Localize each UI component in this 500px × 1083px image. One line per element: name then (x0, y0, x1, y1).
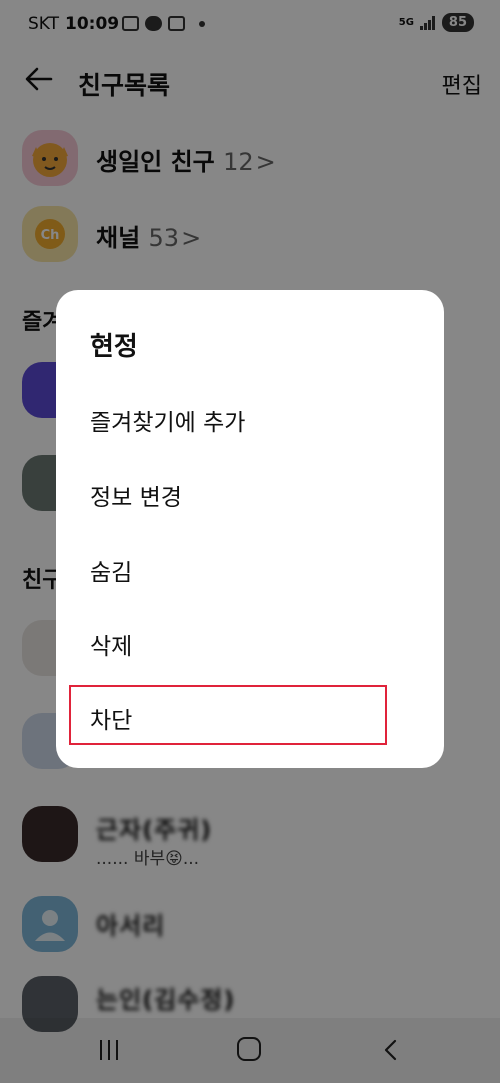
menu-title: 현정 (90, 332, 138, 362)
hide-item[interactable]: 숨김 (90, 553, 132, 587)
block-item[interactable]: 차단 (90, 701, 132, 735)
delete-item[interactable]: 삭제 (90, 627, 132, 661)
edit-info-item[interactable]: 정보 변경 (90, 478, 182, 512)
add-to-favorites-item[interactable]: 즐겨찾기에 추가 (90, 403, 245, 437)
friend-context-menu: 현정 즐겨찾기에 추가 정보 변경 숨김 삭제 차단 (56, 290, 444, 768)
